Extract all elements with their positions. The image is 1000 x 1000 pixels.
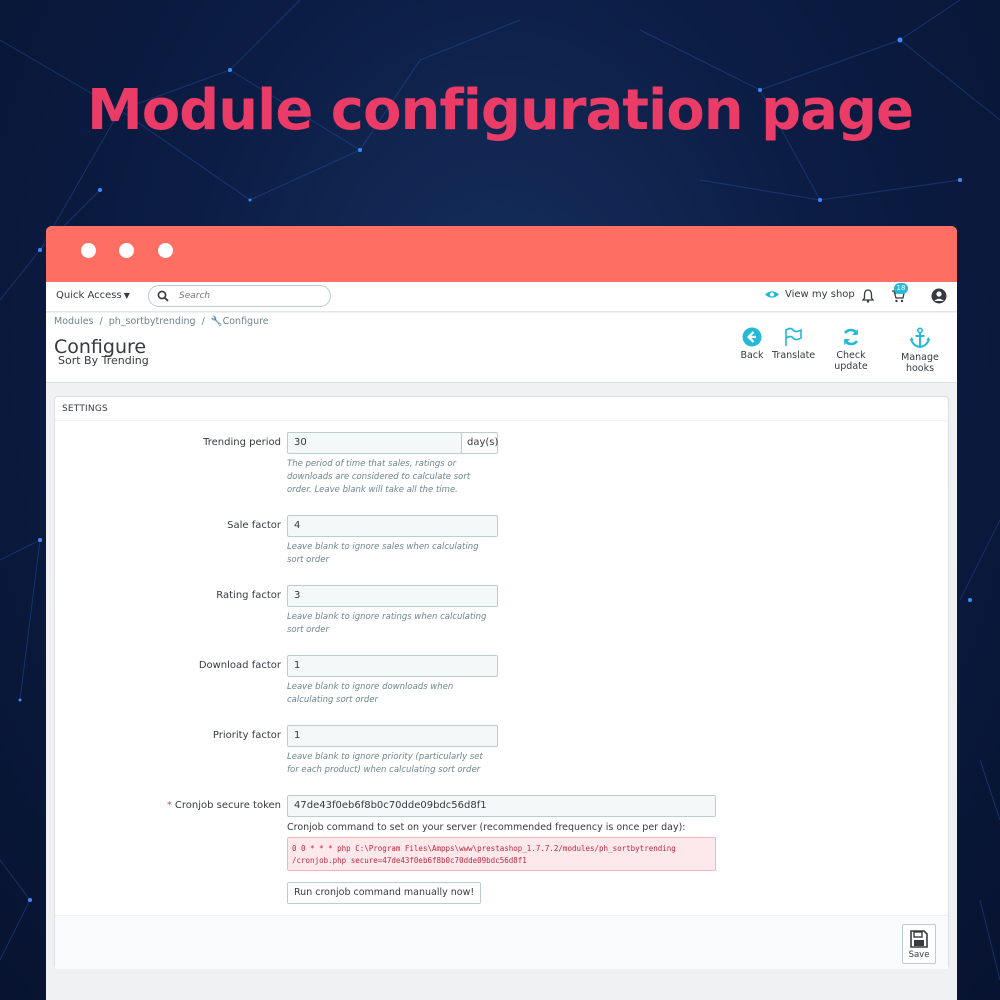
trending-period-help: The period of time that sales, ratings o… (287, 459, 471, 495)
browser-window: Quick Access▼ View my shop 18 Modules / ph… (46, 226, 957, 1000)
toolbar-translate-label: Translate (772, 350, 816, 361)
admin-topbar: Quick Access▼ View my shop 18 (46, 282, 957, 312)
flag-icon (785, 327, 802, 346)
cron-command-box: 0 0 * * * php C:\Program Files\Ampps\www… (287, 837, 716, 871)
bell-icon[interactable] (862, 289, 874, 303)
toolbar-back-label: Back (740, 350, 764, 361)
cron-command-label: Cronjob command to set on your server (r… (287, 822, 686, 833)
view-shop-label: View my shop (785, 289, 855, 300)
run-cronjob-button[interactable]: Run cronjob command manually now! (287, 882, 482, 904)
toolbar-manage-hooks-label: Manage hooks (901, 352, 939, 374)
save-button[interactable]: Save (902, 924, 936, 964)
search-input[interactable] (179, 289, 319, 303)
breadcrumb-modules[interactable]: Modules (54, 316, 94, 327)
sale-factor-input[interactable]: 4 (287, 515, 498, 537)
sale-factor-label: Sale factor (227, 520, 281, 531)
rating-factor-input[interactable]: 3 (287, 585, 498, 607)
breadcrumb-separator: / (201, 316, 205, 327)
priority-factor-label: Priority factor (212, 730, 281, 741)
sale-factor-help: Leave blank to ignore sales when calcula… (287, 542, 479, 565)
refresh-icon (843, 328, 859, 346)
breadcrumb-separator: / (99, 316, 103, 327)
download-factor-label: Download factor (198, 660, 281, 671)
toolbar-check-update-button[interactable]: Check update (821, 327, 881, 372)
toolbar-check-update-label: Check update (834, 350, 868, 372)
eye-icon (765, 291, 779, 298)
window-dot[interactable] (158, 243, 173, 258)
download-factor-help: Leave blank to ignore downloads when cal… (287, 682, 454, 705)
page-header: Modules / ph_sortbytrending / 🔧Configure Con… (46, 313, 957, 383)
page-subtitle: Sort By Trending (58, 354, 149, 367)
view-shop-link[interactable]: View my shop (765, 289, 855, 300)
rating-factor-label: Rating factor (216, 590, 281, 601)
trending-period-unit: day(s) (461, 432, 498, 454)
breadcrumb: Modules / ph_sortbytrending / 🔧Configure (54, 316, 269, 327)
floppy-disk-icon (910, 930, 928, 948)
breadcrumb-configure: Configure (222, 316, 269, 327)
cart-badge: 18 (894, 283, 908, 294)
save-label: Save (908, 950, 930, 960)
quick-access-label: Quick Access (56, 290, 122, 301)
breadcrumb-module[interactable]: ph_sortbytrending (109, 316, 196, 327)
cron-token-label-text: Cronjob secure token (174, 800, 281, 811)
headline: Module configuration page (86, 78, 914, 143)
panel-footer: Save (55, 915, 948, 969)
window-dot[interactable] (81, 243, 96, 258)
priority-factor-input[interactable]: 1 (287, 725, 498, 747)
required-mark: * (166, 800, 172, 811)
cron-token-label: * Cronjob secure token (167, 800, 281, 811)
caret-down-icon: ▼ (123, 291, 130, 300)
anchor-icon (909, 327, 931, 349)
window-dot[interactable] (119, 243, 134, 258)
wrench-icon: 🔧 (210, 316, 223, 327)
cron-command-line-1: 0 0 * * * php C:\Program Files\Ampps\www… (292, 844, 676, 853)
window-titlebar (46, 226, 957, 282)
cron-command-line-2: /cronjob.php secure=47de43f0eb6f8b0c70dd… (292, 856, 527, 865)
user-avatar-icon[interactable] (931, 288, 947, 304)
settings-panel: SETTINGS Trending period 30 day(s) The p… (54, 396, 949, 969)
quick-access-menu[interactable]: Quick Access ▼ (56, 290, 130, 301)
toolbar-manage-hooks-button[interactable]: Manage hooks (889, 327, 951, 374)
rating-factor-help: Leave blank to ignore ratings when calcu… (287, 612, 487, 635)
settings-panel-title: SETTINGS (55, 397, 948, 421)
priority-factor-help: Leave blank to ignore priority (particul… (287, 752, 483, 775)
trending-period-label: Trending period (203, 437, 281, 448)
toolbar-back-button[interactable]: Back (737, 327, 767, 361)
toolbar-translate-button[interactable]: Translate (772, 327, 816, 361)
cron-token-input[interactable]: 47de43f0eb6f8b0c70dde09bdc56d8f1 (287, 795, 716, 817)
download-factor-input[interactable]: 1 (287, 655, 498, 677)
back-arrow-icon (742, 327, 762, 347)
search-box[interactable] (148, 285, 331, 307)
search-icon (157, 290, 169, 302)
trending-period-input[interactable]: 30 (287, 432, 462, 454)
